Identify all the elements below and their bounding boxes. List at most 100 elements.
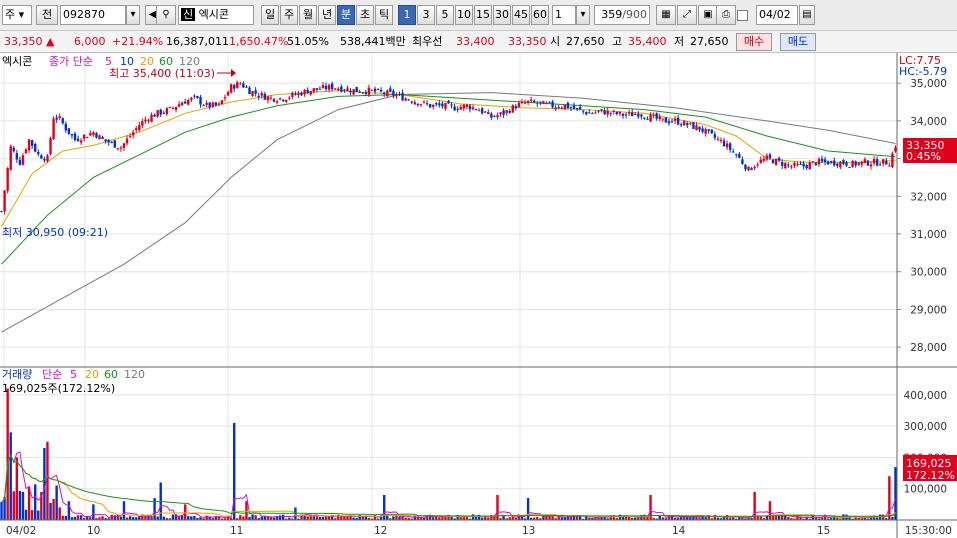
candle-down <box>692 122 695 129</box>
candle-up <box>156 110 159 117</box>
candle-down <box>875 159 879 166</box>
stock-name-field[interactable]: 신 엑시콘 <box>178 5 254 25</box>
volume-bar <box>383 494 386 520</box>
candle-down <box>572 105 576 109</box>
x-tick-label: 12 <box>374 525 387 537</box>
candle-up <box>560 107 563 109</box>
count-field[interactable]: 359/900 <box>594 5 650 25</box>
candle-down <box>61 118 64 124</box>
tab-week[interactable]: 주 <box>280 5 298 25</box>
minute-5[interactable]: 5 <box>436 5 454 25</box>
market-select-value: 주 <box>5 8 16 21</box>
volume-bar <box>254 515 257 520</box>
volume-bar <box>251 514 254 520</box>
candle-up <box>49 138 52 154</box>
candle-up <box>784 163 787 169</box>
chevron-down-icon[interactable]: ▾ <box>576 5 590 25</box>
candle-up <box>857 162 860 165</box>
buy-button[interactable]: 매수 <box>736 33 772 51</box>
candle-up <box>395 95 398 97</box>
price-tick-label: 28,000 <box>910 342 947 354</box>
candle-up <box>716 138 720 140</box>
candle-up <box>52 118 55 140</box>
search-icon[interactable]: ⚲ <box>156 5 176 25</box>
candle-down <box>474 109 478 111</box>
x-tick-label: 10 <box>87 525 100 537</box>
candle-up <box>725 143 729 148</box>
tab-minute[interactable]: 분 <box>337 5 355 25</box>
chart-area[interactable]: 35,00034,00033,00032,00031,00030,00029,0… <box>0 53 957 538</box>
candle-down <box>428 104 432 108</box>
candle-down <box>343 89 346 91</box>
candle-down <box>76 138 80 142</box>
grid-icon[interactable]: ▦ <box>656 5 676 25</box>
volume-value-label: 169,025주(172.12%) <box>2 382 115 395</box>
candle-down <box>710 129 713 134</box>
candle-up <box>171 107 175 109</box>
candle-up <box>46 155 49 162</box>
code-input[interactable]: 092870 <box>60 5 126 25</box>
volume-bar <box>34 484 37 520</box>
candle-down <box>330 83 334 90</box>
candle-down <box>199 97 202 105</box>
tab-second[interactable]: 초 <box>356 5 374 25</box>
volume-bar <box>551 516 554 520</box>
sell-button[interactable]: 매도 <box>780 33 816 51</box>
tab-year[interactable]: 년 <box>318 5 336 25</box>
candle-up <box>695 125 698 131</box>
price-tick-label: 30,000 <box>910 267 947 279</box>
minute-45[interactable]: 45 <box>512 5 530 25</box>
minute-15[interactable]: 15 <box>474 5 492 25</box>
candle-down <box>257 95 260 97</box>
candle-up <box>796 164 799 166</box>
minute-30[interactable]: 30 <box>493 5 511 25</box>
date-checkbox[interactable] <box>737 10 748 21</box>
candle-down <box>597 110 600 112</box>
candle-down <box>450 104 453 106</box>
candle-up <box>652 114 655 116</box>
market-select[interactable]: 주 ▾ <box>2 5 32 25</box>
minute-10[interactable]: 10 <box>455 5 473 25</box>
candle-down <box>43 158 46 161</box>
prev-button[interactable]: 전 <box>36 5 58 25</box>
candle-down <box>110 141 113 143</box>
tab-day[interactable]: 일 <box>261 5 279 25</box>
candle-up <box>753 167 756 169</box>
volume-bar <box>92 504 95 520</box>
interval-input[interactable]: 1 <box>552 5 576 25</box>
chevron-down-icon[interactable]: ▾ <box>126 5 140 25</box>
date-input[interactable]: 04/02 <box>756 5 798 25</box>
candle-down <box>707 129 710 131</box>
candle-up <box>759 159 762 163</box>
save-icon[interactable]: ▣ <box>698 5 718 25</box>
candle-down <box>885 160 888 165</box>
x-tick-label-end: 15:30:00 <box>905 525 952 537</box>
minute-60[interactable]: 60 <box>531 5 549 25</box>
candle-down <box>780 161 784 166</box>
minute-1[interactable]: 1 <box>398 5 416 25</box>
credit-badge: 신 <box>181 8 196 21</box>
candle-up <box>413 102 417 105</box>
tab-tick[interactable]: 틱 <box>375 5 393 25</box>
candle-up <box>220 100 224 105</box>
candle-up <box>793 162 796 166</box>
print-icon[interactable]: ⎙ <box>716 5 736 25</box>
candle-down <box>438 103 441 106</box>
volume-bar <box>526 498 530 520</box>
candle-up <box>627 112 631 114</box>
candle-down <box>848 167 851 169</box>
tab-month[interactable]: 월 <box>299 5 317 25</box>
candle-down <box>407 99 410 101</box>
high-label: 고 <box>612 35 623 48</box>
volume-bar <box>193 515 196 520</box>
candle-up <box>312 88 315 92</box>
candle-up <box>177 104 181 107</box>
volume-bar <box>242 516 245 520</box>
candle-down <box>248 87 251 95</box>
calendar-icon[interactable]: ▤ <box>799 5 815 25</box>
volume-ratio: 1,650.47% <box>229 35 289 48</box>
candle-up <box>165 108 169 115</box>
draw-line-icon[interactable]: ⤢ <box>677 5 697 25</box>
volume-bar <box>37 510 40 520</box>
minute-3[interactable]: 3 <box>417 5 435 25</box>
